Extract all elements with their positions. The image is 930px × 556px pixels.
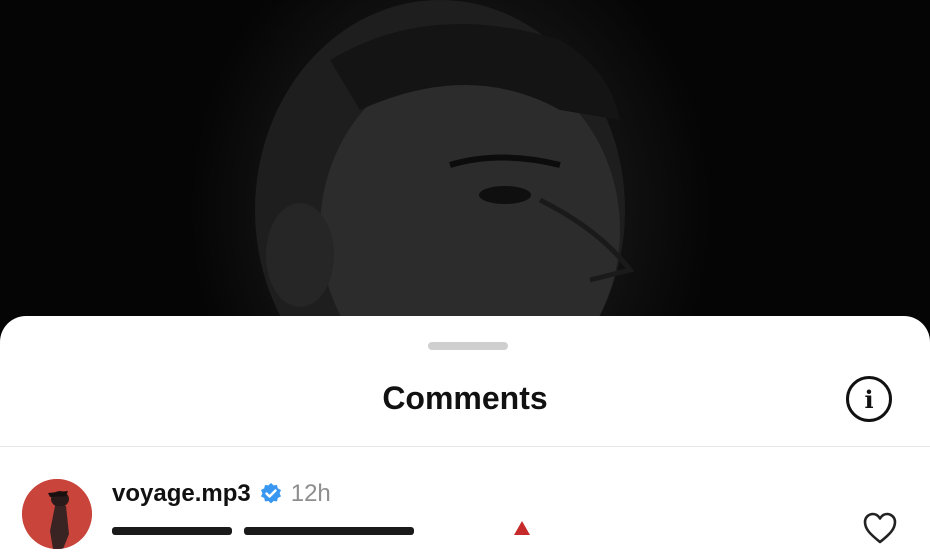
heart-icon[interactable]: [862, 511, 898, 545]
avatar[interactable]: [22, 479, 92, 549]
comment-header: voyage.mp3 12h: [112, 480, 331, 508]
comment-time: 12h: [290, 480, 331, 507]
avatar-figure-icon: [22, 479, 92, 549]
portrait-silhouette: [255, 0, 635, 330]
comments-sheet: Comments i voyage.mp3 12h: [0, 316, 930, 556]
comment-item: voyage.mp3 12h: [0, 447, 930, 549]
post-photo: [0, 0, 930, 330]
sheet-title: Comments: [382, 380, 548, 416]
comment-text-cropped: [112, 521, 530, 535]
info-icon[interactable]: i: [846, 376, 892, 422]
sheet-drag-handle[interactable]: [428, 342, 508, 350]
comment-username[interactable]: voyage.mp3: [112, 480, 251, 508]
verified-badge-icon: [260, 483, 281, 504]
